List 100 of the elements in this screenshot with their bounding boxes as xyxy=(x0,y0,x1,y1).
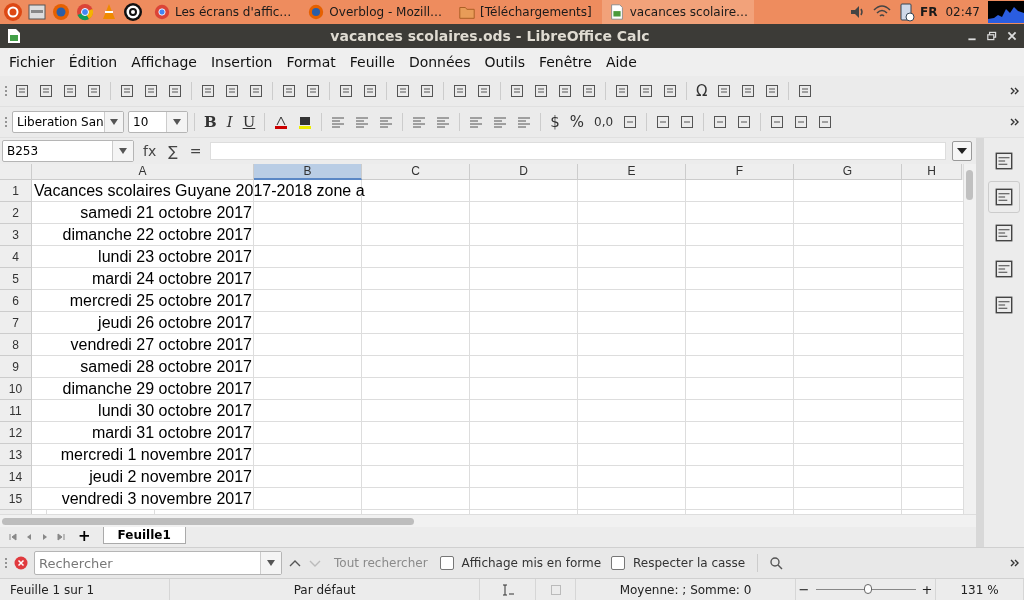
add-sheet-button[interactable]: + xyxy=(78,527,91,545)
toolbar-grip-icon[interactable] xyxy=(4,556,8,570)
dropdown-button[interactable] xyxy=(260,552,281,574)
toolbar-grip-icon[interactable] xyxy=(4,84,8,98)
more-icon[interactable] xyxy=(1010,558,1020,568)
text-cursor-icon[interactable] xyxy=(500,583,515,596)
menu-item[interactable]: Outils xyxy=(477,54,532,70)
sheet-count: Feuille 1 sur 1 xyxy=(0,579,170,600)
formula-button[interactable]: = xyxy=(186,143,205,159)
column-header[interactable]: H xyxy=(902,164,962,180)
row-header[interactable]: 3 xyxy=(0,224,32,246)
menu-item[interactable]: Données xyxy=(401,54,478,70)
row-header[interactable]: 6 xyxy=(0,290,32,312)
expand-formula-button[interactable] xyxy=(952,141,972,161)
zoom-slider-thumb[interactable] xyxy=(863,584,872,594)
menu-item[interactable]: Insertion xyxy=(204,54,280,70)
row-header[interactable]: 12 xyxy=(0,422,32,444)
sheet-tab[interactable]: Feuille1 xyxy=(102,527,186,544)
last-sheet-icon[interactable] xyxy=(56,532,66,542)
row-header[interactable]: 9 xyxy=(0,356,32,378)
taskbar-window-button[interactable]: Overblog - Mozill… xyxy=(301,0,449,24)
row-header[interactable]: 11 xyxy=(0,400,32,422)
clock[interactable]: 02:47 xyxy=(945,5,980,19)
search-field[interactable]: Rechercher xyxy=(34,551,282,575)
function-wizard-button[interactable]: fx xyxy=(140,143,160,159)
table-cell-text: vendredi 27 octobre 2017 xyxy=(70,335,253,355)
row-header[interactable]: 2 xyxy=(0,202,32,224)
row-header[interactable]: 13 xyxy=(0,444,32,466)
row-header[interactable]: 8 xyxy=(0,334,32,356)
italic-button[interactable]: I xyxy=(223,113,236,131)
selection-summary: Moyenne: ; Somme: 0 xyxy=(576,579,796,600)
column-header[interactable]: F xyxy=(686,164,794,180)
percent-button[interactable]: % xyxy=(566,113,588,131)
file-manager-icon[interactable] xyxy=(27,2,47,22)
zoom-level[interactable]: 131 % xyxy=(936,579,1024,600)
row-header[interactable]: 1 xyxy=(0,180,32,202)
zoom-in-button[interactable]: + xyxy=(921,582,933,597)
menu-item[interactable]: Feuille xyxy=(342,54,402,70)
spreadsheet-icon xyxy=(6,28,22,44)
caret-icon xyxy=(118,148,128,154)
menu-item[interactable]: Format xyxy=(279,54,343,70)
caret-icon xyxy=(172,119,182,125)
taskbar-window-button[interactable]: vacances scolaire… xyxy=(601,0,755,24)
chrome-icon xyxy=(153,3,171,21)
checkbox[interactable] xyxy=(439,556,454,570)
checkbox-label: Respecter la casse xyxy=(633,556,746,570)
caret-icon xyxy=(957,148,967,154)
menu-item[interactable]: Fichier xyxy=(2,54,62,70)
toolbar-grip-icon[interactable] xyxy=(4,115,8,129)
column-header[interactable]: B xyxy=(254,164,362,180)
checkbox-label: Affichage mis en forme xyxy=(461,556,602,570)
firefox-icon xyxy=(307,3,326,21)
close-icon[interactable] xyxy=(1006,30,1018,42)
firefox-icon[interactable] xyxy=(51,2,71,22)
ubuntu-logo-icon[interactable] xyxy=(3,2,23,22)
restore-icon[interactable] xyxy=(986,30,998,42)
font-size-field[interactable]: 10 xyxy=(128,111,188,133)
chrome-icon[interactable] xyxy=(75,2,95,22)
underline-button[interactable]: U xyxy=(239,113,259,131)
column-header[interactable]: G xyxy=(794,164,902,180)
more-icon[interactable] xyxy=(1010,117,1020,127)
taskbar-window-button[interactable]: Les écrans d'affic… xyxy=(147,0,298,24)
formula-input-field[interactable] xyxy=(210,142,946,160)
sum-button[interactable]: ∑ xyxy=(165,143,181,159)
row-header[interactable]: 10 xyxy=(0,378,32,400)
menu-item[interactable]: Aide xyxy=(598,54,644,70)
vertical-scrollbar[interactable] xyxy=(963,164,976,514)
find-previous-icon[interactable] xyxy=(288,558,302,568)
table-cell-text: mardi 24 octobre 2017 xyxy=(91,269,253,289)
column-header[interactable]: E xyxy=(578,164,686,180)
row-header[interactable]: 15 xyxy=(0,488,32,510)
menu-item[interactable]: Fenêtre xyxy=(531,54,599,70)
special-character-button[interactable]: Ω xyxy=(693,82,711,100)
number-format-button[interactable]: 0,0 xyxy=(591,115,617,129)
table-cell-text: vendredi 3 novembre 2017 xyxy=(61,489,253,509)
column-header[interactable]: D xyxy=(470,164,578,180)
bold-button[interactable]: B xyxy=(201,113,220,131)
column-header[interactable]: C xyxy=(362,164,470,180)
row-header[interactable]: 14 xyxy=(0,466,32,488)
menu-item[interactable]: Affichage xyxy=(124,54,204,70)
name-box[interactable]: B253 xyxy=(2,140,134,162)
close-icon[interactable] xyxy=(14,556,28,570)
system-monitor-graph[interactable] xyxy=(988,1,1024,23)
taskbar-window-button[interactable]: [Téléchargements] xyxy=(452,0,598,24)
table-cell-text: jeudi 26 octobre 2017 xyxy=(98,313,253,333)
currency-button[interactable]: $ xyxy=(547,113,563,131)
table-cell-text: samedi 28 octobre 2017 xyxy=(80,357,253,377)
table-cell-text: dimanche 22 octobre 2017 xyxy=(62,225,253,245)
more-icon[interactable] xyxy=(1010,86,1020,96)
row-header[interactable]: 4 xyxy=(0,246,32,268)
save-status-icon xyxy=(548,583,563,596)
checkbox[interactable] xyxy=(611,556,626,570)
menu-item[interactable]: Édition xyxy=(61,54,125,70)
font-name-field[interactable]: Liberation San xyxy=(12,111,124,133)
keyboard-layout-indicator[interactable]: FR xyxy=(919,5,938,19)
horizontal-scrollbar[interactable] xyxy=(2,517,414,525)
first-sheet-icon[interactable] xyxy=(8,532,18,542)
row-header[interactable]: 5 xyxy=(0,268,32,290)
zoom-out-button[interactable]: − xyxy=(798,582,810,597)
row-header[interactable]: 7 xyxy=(0,312,32,334)
